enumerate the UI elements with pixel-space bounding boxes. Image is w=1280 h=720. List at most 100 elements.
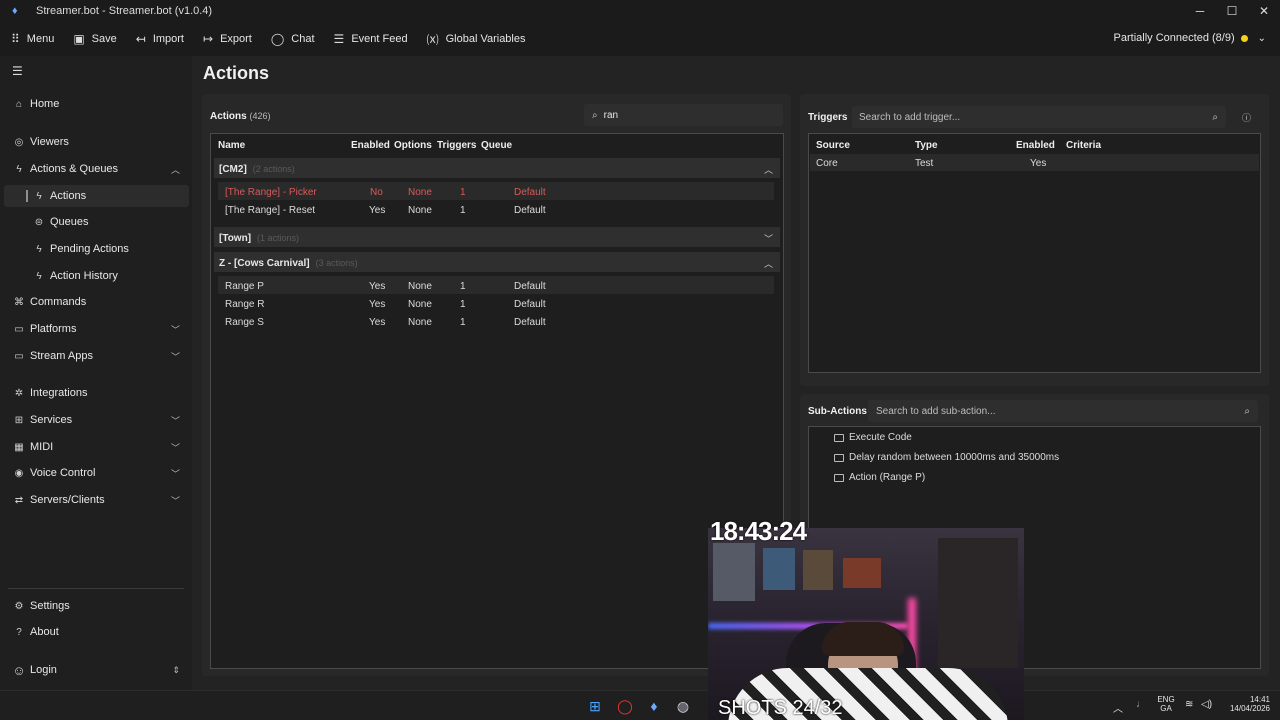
sidebar-item-platforms[interactable]: ▭ Platforms ﹀	[12, 318, 188, 340]
actions-search-input[interactable]: ⌕ ran	[584, 104, 783, 126]
bolt-icon: ϟ	[36, 190, 42, 202]
variable-icon: ⒳	[426, 32, 439, 47]
maximize-button[interactable]: ☐	[1216, 0, 1248, 22]
row-type: Test	[915, 158, 934, 169]
row-enabled: Yes	[369, 281, 386, 292]
sidebar-item-viewers[interactable]: ◎ Viewers	[12, 131, 188, 153]
stream-apps-icon: ▭	[14, 350, 24, 362]
sidebar-item-queues[interactable]: ⊜ Queues	[32, 211, 188, 233]
sidebar-item-actions-queues[interactable]: ϟ Actions & Queues ︿	[12, 158, 188, 180]
group-header[interactable]	[214, 158, 780, 178]
column-triggers[interactable]: Triggers	[437, 140, 476, 151]
sidebar-item-settings[interactable]: ⚙ Settings	[12, 595, 188, 617]
subaction-search-input[interactable]: Search to add sub-action... ⌕	[868, 400, 1258, 422]
grid-icon: ⠿	[11, 32, 20, 46]
close-button[interactable]: ✕	[1248, 0, 1280, 22]
poster	[843, 558, 881, 588]
overlay-shots-counter: SHOTS 24/32	[718, 697, 843, 719]
sidebar-item-stream-apps[interactable]: ▭ Stream Apps ﹀	[12, 345, 188, 367]
row-name[interactable]: Range R	[225, 299, 264, 310]
subaction-item[interactable]: Execute Code	[834, 432, 912, 443]
code-icon	[834, 433, 844, 442]
page-title: Actions	[203, 63, 270, 83]
group-name: [Town] (1 actions)	[219, 233, 300, 244]
status-dot-icon	[1240, 34, 1248, 42]
column-name[interactable]: Name	[218, 140, 245, 151]
microphone-icon: ◉	[14, 467, 24, 479]
streamerbot-icon[interactable]: ♦	[645, 697, 663, 715]
minimize-button[interactable]: ─	[1184, 0, 1216, 22]
global-variables-button[interactable]: ⒳ Global Variables	[427, 31, 526, 48]
poster	[713, 543, 755, 601]
row-queue: Default	[514, 187, 546, 198]
row-enabled: Yes	[369, 299, 386, 310]
row-options: None	[408, 299, 432, 310]
toolbar: ⠿ Menu ▣ Save ↤ Import ↦ Export ◯ Chat ☰ Event…	[0, 26, 1280, 52]
event-feed-button[interactable]: ☰ Event Feed	[334, 32, 408, 46]
table-row[interactable]	[218, 276, 774, 294]
integrations-icon: ✲	[14, 387, 24, 399]
midi-icon: ▦	[14, 441, 24, 453]
sidebar-item-commands[interactable]: ⌘ Commands	[12, 291, 188, 313]
row-triggers: 1	[460, 299, 466, 310]
chevron-down-icon[interactable]: ﹀	[764, 232, 773, 245]
column-queue[interactable]: Queue	[481, 140, 512, 151]
row-name[interactable]: [The Range] - Reset	[225, 205, 315, 216]
column-type[interactable]: Type	[915, 140, 938, 151]
chevron-up-icon[interactable]: ︿	[1113, 700, 1123, 715]
search-icon: ⌕	[1212, 111, 1218, 123]
chat-icon: ◯	[270, 32, 285, 46]
language-indicator[interactable]: ENG GA	[1154, 695, 1178, 713]
row-triggers: 1	[460, 317, 466, 328]
volume-icon[interactable]: ◁)	[1201, 699, 1212, 710]
hamburger-icon[interactable]: ☰	[12, 64, 23, 78]
connection-status[interactable]: Partially Connected (8/9) ⌄	[1114, 32, 1266, 44]
sidebar-item-about[interactable]: ? About	[12, 621, 188, 643]
chevron-up-icon[interactable]: ︿	[764, 257, 773, 270]
sidebar-item-login[interactable]: ☺ Login ⇕	[12, 659, 188, 681]
streamer-hair	[822, 622, 904, 656]
sidebar-item-integrations[interactable]: ✲ Integrations	[12, 382, 188, 404]
export-button[interactable]: ↦ Export	[203, 32, 252, 46]
trigger-search-input[interactable]: Search to add trigger... ⌕	[852, 106, 1226, 128]
sidebar-item-pending-actions[interactable]: ϟ Pending Actions	[32, 238, 188, 260]
subaction-item[interactable]: Action (Range P)	[834, 472, 925, 483]
sidebar-item-midi[interactable]: ▦ MIDI ﹀	[12, 436, 188, 458]
row-name[interactable]: Range S	[225, 317, 264, 328]
sidebar-item-services[interactable]: ⊞ Services ﹀	[12, 409, 188, 431]
row-enabled: Yes	[369, 317, 386, 328]
row-name: [The Range] - Picker	[225, 187, 317, 198]
column-enabled[interactable]: Enabled	[351, 140, 390, 151]
actions-header: Actions (426)	[210, 111, 271, 122]
servers-icon: ⇄	[14, 494, 24, 506]
chevron-updown-icon: ⇕	[172, 664, 180, 675]
opera-icon[interactable]: ◯	[616, 697, 634, 715]
import-button[interactable]: ↤ Import	[136, 32, 184, 46]
column-options[interactable]: Options	[394, 140, 432, 151]
chat-button[interactable]: ◯ Chat	[271, 32, 315, 46]
menu-button[interactable]: ⠿ Menu	[11, 32, 54, 46]
import-icon: ↤	[135, 32, 146, 46]
column-source[interactable]: Source	[816, 140, 850, 151]
info-icon[interactable]: ⓘ	[1242, 111, 1251, 124]
chevron-down-icon: ﹀	[170, 351, 180, 362]
sidebar-item-voice-control[interactable]: ◉ Voice Control ﹀	[12, 462, 188, 484]
services-icon: ⊞	[14, 414, 24, 426]
subactions-header: Sub-Actions	[808, 406, 867, 417]
row-options: None	[408, 281, 432, 292]
sidebar-item-action-history[interactable]: ϟ Action History	[32, 265, 188, 287]
subaction-item[interactable]: Delay random between 10000ms and 35000ms	[834, 452, 1059, 463]
microphone-icon[interactable]: ♩	[1136, 699, 1146, 710]
windows-start-icon[interactable]: ⊞	[586, 697, 604, 715]
sidebar-item-home[interactable]: ⌂ Home	[12, 93, 188, 115]
wifi-icon[interactable]: ≋	[1185, 699, 1193, 710]
row-queue: Default	[514, 205, 546, 216]
save-button[interactable]: ▣ Save	[73, 32, 116, 46]
steam-icon[interactable]: ◍	[674, 697, 692, 715]
column-criteria[interactable]: Criteria	[1066, 140, 1101, 151]
column-enabled[interactable]: Enabled	[1016, 140, 1055, 151]
clock-date[interactable]: 14:41 14/04/2026	[1220, 695, 1270, 713]
chevron-up-icon[interactable]: ︿	[764, 163, 773, 176]
sidebar-item-servers-clients[interactable]: ⇄ Servers/Clients ﹀	[12, 489, 188, 511]
sidebar-item-actions[interactable]: ϟ Actions	[4, 185, 189, 207]
